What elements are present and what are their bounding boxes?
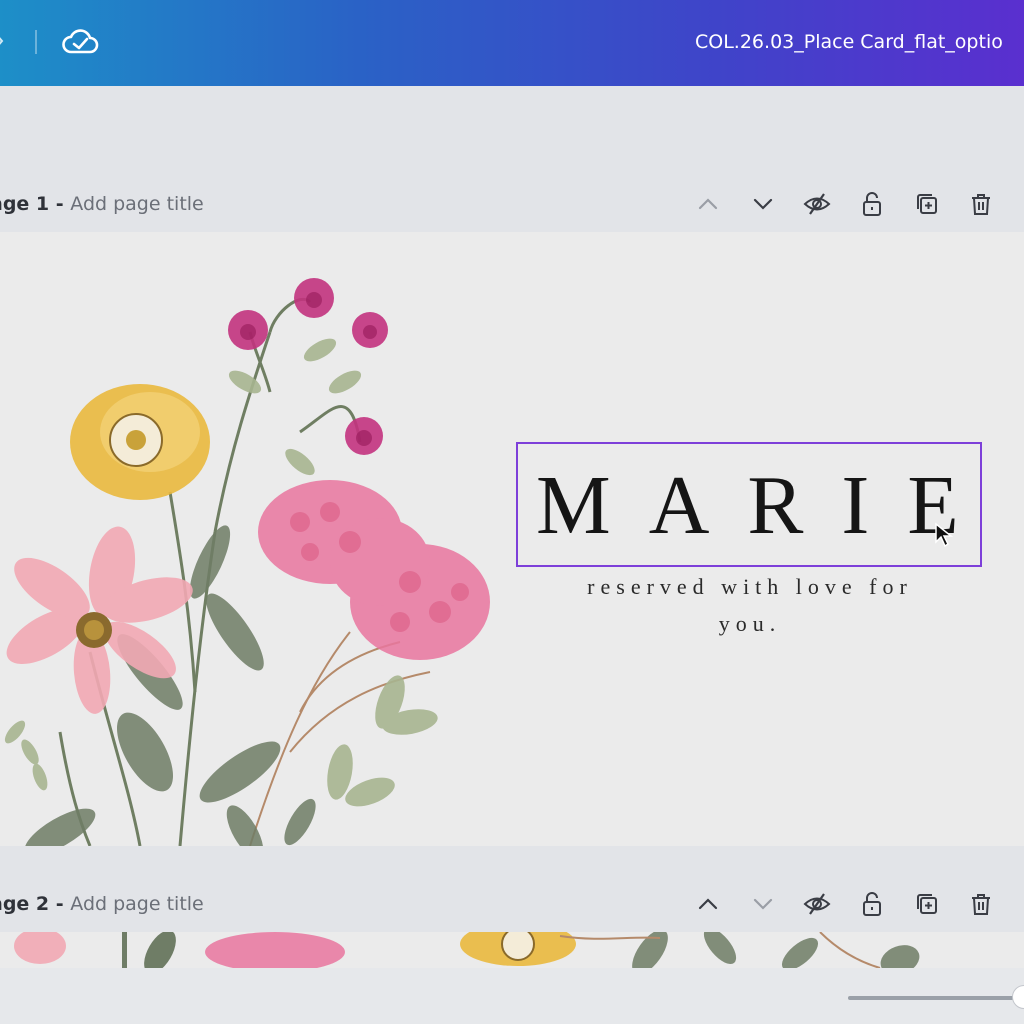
page-1-move-up-button[interactable] [693,189,723,219]
subtitle-text[interactable]: reserved with love for you. [530,568,970,642]
page-2-header: age 2 - Add page title [0,885,1024,925]
page-2-floral-illustration [14,932,920,968]
page-1-label: age 1 - Add page title [0,193,204,215]
page-1-canvas[interactable]: MARIE reserved with love for you. [0,232,1024,846]
subtitle-line-1: reserved with love for [587,574,913,599]
zoom-slider-track[interactable] [848,996,1024,1000]
cloud-check-icon[interactable] [60,26,100,58]
page-2-hide-button[interactable] [802,889,832,919]
page-1-move-down-button[interactable] [748,189,778,219]
trash-icon [972,894,990,915]
chevron-up-icon [698,198,718,210]
toolbar-divider [35,30,37,54]
duplicate-icon [917,194,937,214]
page-2-label: age 2 - Add page title [0,893,204,915]
page-2-move-up-button[interactable] [693,889,723,919]
page-1-lock-button[interactable] [857,189,887,219]
document-title[interactable]: COL.26.03_Place Card_flat_optio [695,31,1003,53]
trash-icon [972,194,990,215]
page-1-hide-button[interactable] [802,189,832,219]
edge-icon[interactable] [0,30,6,52]
page-2-title-input[interactable]: Add page title [70,893,203,915]
page-1-duplicate-button[interactable] [912,189,942,219]
page-1-delete-button[interactable] [966,189,996,219]
duplicate-icon [917,894,937,914]
page-1-title-input[interactable]: Add page title [70,193,203,215]
guest-name-text[interactable]: MARIE [516,458,982,554]
page-2-move-down-button[interactable] [748,889,778,919]
page-2-delete-button[interactable] [966,889,996,919]
chevron-down-icon [753,198,773,210]
unlock-icon [863,192,881,216]
page-2-number: age 2 [0,893,50,915]
page-1-header: age 1 - Add page title [0,185,1024,225]
hide-icon [803,193,831,215]
page-2-canvas[interactable] [0,932,1024,968]
top-bar: COL.26.03_Place Card_flat_optio [0,0,1024,86]
chevron-down-icon [753,898,773,910]
page-1-number: age 1 [0,193,50,215]
page-2-duplicate-button[interactable] [912,889,942,919]
chevron-up-icon [698,898,718,910]
mouse-cursor-icon [935,522,954,548]
page-2-separator: - [49,893,71,915]
hide-icon [803,893,831,915]
subtitle-line-2: you. [718,611,782,636]
floral-illustration [4,278,490,846]
page-1-separator: - [49,193,71,215]
unlock-icon [863,892,881,916]
page-2-lock-button[interactable] [857,889,887,919]
